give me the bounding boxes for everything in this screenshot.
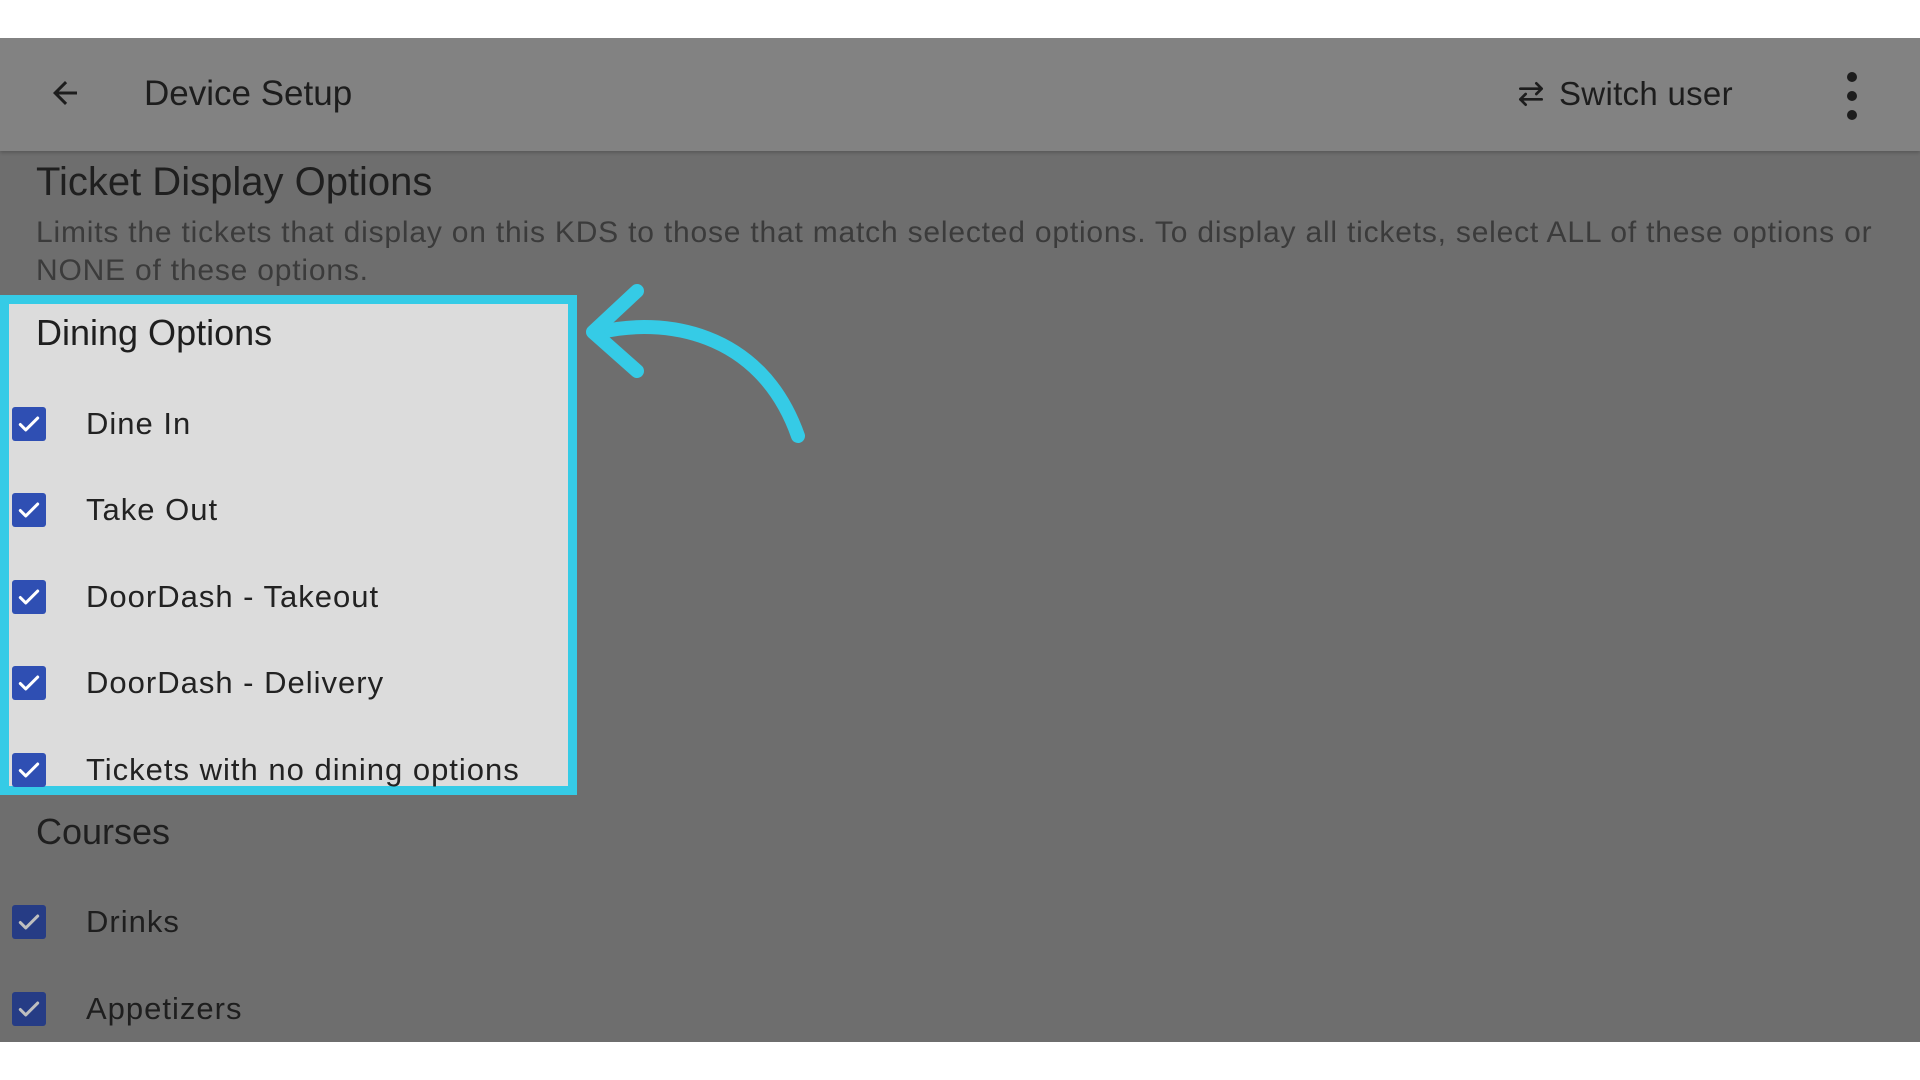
checkbox[interactable] [12, 407, 46, 441]
app-bar: Device Setup Switch user [0, 38, 1920, 151]
option-label: Tickets with no dining options [86, 752, 520, 787]
switch-user-label: Switch user [1559, 75, 1733, 112]
switch-user-button[interactable]: Switch user [1515, 71, 1733, 117]
dining-option-dine-in[interactable]: Dine In [12, 402, 191, 446]
option-label: DoorDash - Delivery [86, 665, 385, 700]
checkbox[interactable] [12, 905, 46, 939]
option-label: Dine In [86, 406, 192, 441]
dining-option-no-dining-options[interactable]: Tickets with no dining options [12, 748, 520, 792]
checkbox[interactable] [12, 753, 46, 787]
checkmark-icon [18, 416, 40, 432]
course-option-drinks[interactable]: Drinks [12, 900, 180, 944]
overflow-menu-button[interactable] [1830, 68, 1874, 124]
device-setup-screen: Device Setup Switch user Ticket Display … [0, 38, 1920, 1042]
courses-heading: Courses [36, 811, 171, 852]
checkbox[interactable] [12, 580, 46, 614]
swap-horizontal-icon [1519, 82, 1543, 106]
dining-option-doordash-takeout[interactable]: DoorDash - Takeout [12, 575, 379, 619]
checkbox[interactable] [12, 666, 46, 700]
option-label: Drinks [86, 904, 180, 939]
checkmark-icon [18, 589, 40, 605]
section-title: Ticket Display Options [36, 160, 433, 204]
page-title: Device Setup [144, 74, 353, 113]
dining-options-heading: Dining Options [36, 312, 273, 353]
checkbox[interactable] [12, 992, 46, 1026]
dining-options-highlight [0, 295, 577, 795]
course-option-appetizers[interactable]: Appetizers [12, 987, 242, 1031]
more-vertical-icon [1847, 72, 1857, 120]
arrow-left-icon [53, 81, 77, 105]
section-description: Limits the tickets that display on this … [36, 216, 1873, 287]
checkmark-icon [18, 675, 40, 691]
checkmark-icon [18, 762, 40, 778]
back-button[interactable] [40, 68, 90, 118]
checkmark-icon [18, 502, 40, 518]
option-label: Take Out [86, 492, 219, 527]
dining-option-take-out[interactable]: Take Out [12, 488, 218, 532]
option-label: DoorDash - Takeout [86, 579, 380, 614]
option-label: Appetizers [86, 991, 243, 1026]
checkbox[interactable] [12, 493, 46, 527]
checkmark-icon [18, 1001, 40, 1017]
dining-option-doordash-delivery[interactable]: DoorDash - Delivery [12, 661, 384, 705]
checkmark-icon [18, 914, 40, 930]
